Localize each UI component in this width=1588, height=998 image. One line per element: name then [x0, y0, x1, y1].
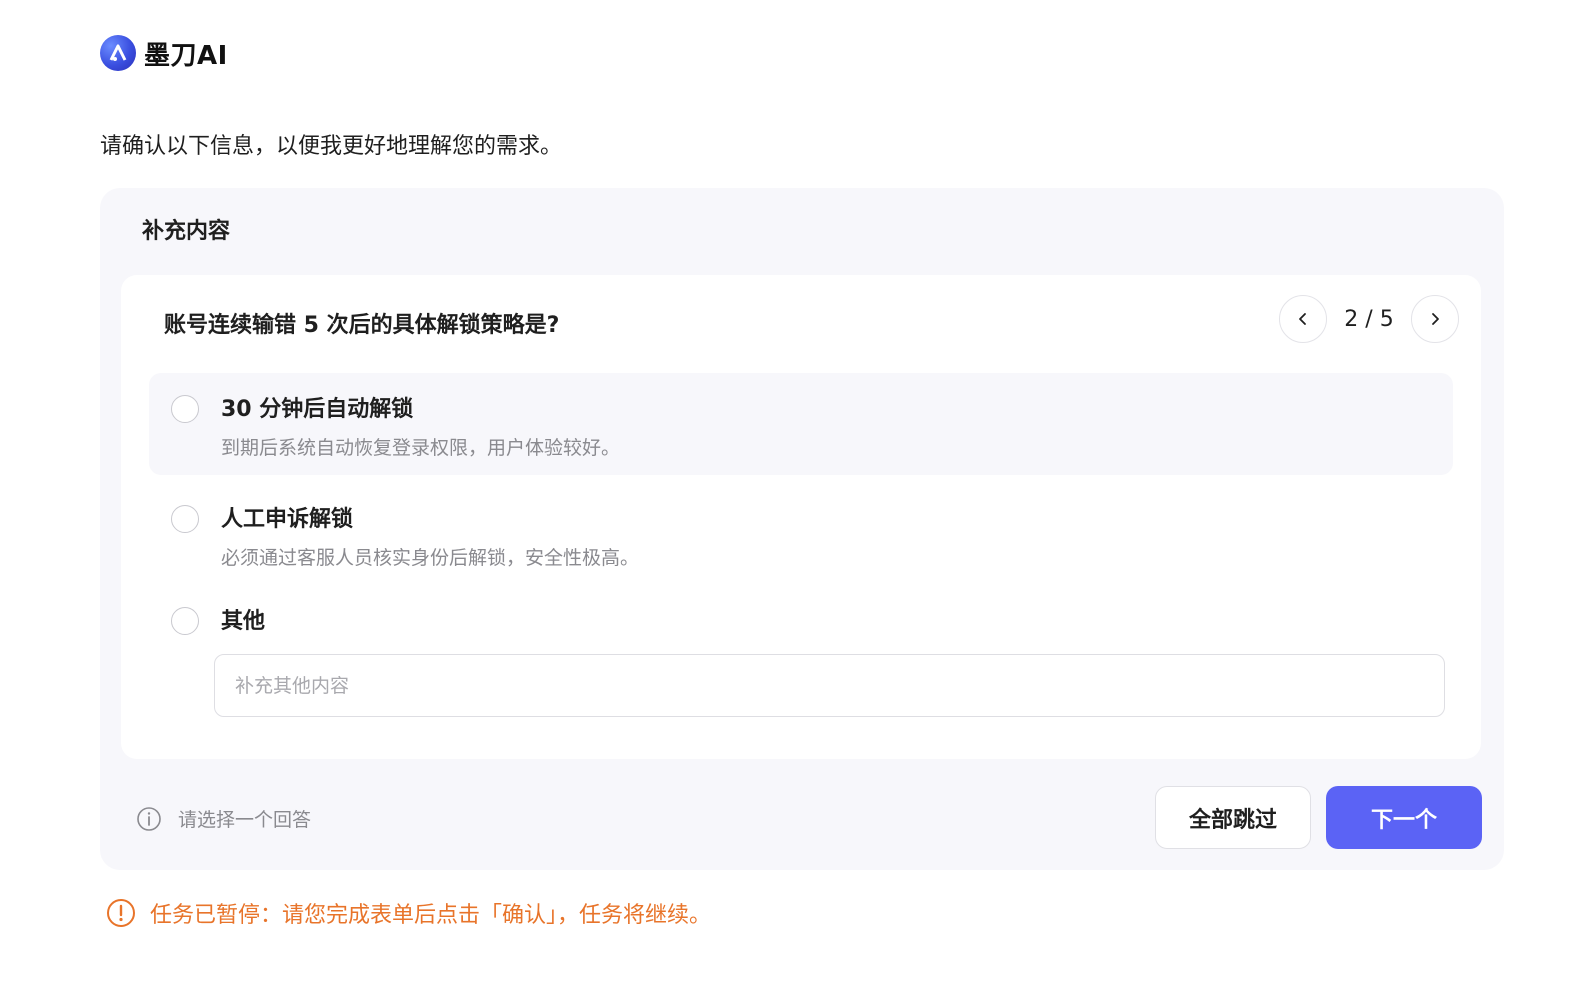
intro-text: 请确认以下信息，以便我更好地理解您的需求。: [100, 134, 563, 159]
option-title: 30 分钟后自动解锁: [221, 397, 414, 422]
panel-title: 补充内容: [142, 219, 231, 244]
option-description: 到期后系统自动恢复登录权限，用户体验较好。: [221, 437, 621, 459]
prev-question-button[interactable]: [1279, 295, 1327, 343]
hint: 请选择一个回答: [136, 805, 311, 832]
skip-all-button[interactable]: 全部跳过: [1155, 786, 1311, 849]
task-paused-notice: 任务已暂停：请您完成表单后点击「确认」，任务将继续。: [106, 897, 711, 929]
other-content-input[interactable]: [214, 654, 1445, 717]
next-question-arrow-button[interactable]: [1411, 295, 1459, 343]
question-card: 账号连续输错 5 次后的具体解锁策略是? 2 / 5 30 分钟后自动解锁 到期…: [121, 275, 1481, 759]
radio-button[interactable]: [171, 505, 199, 533]
option-description: 必须通过客服人员核实身份后解锁，安全性极高。: [221, 547, 640, 569]
option-auto-unlock[interactable]: 30 分钟后自动解锁 到期后系统自动恢复登录权限，用户体验较好。: [149, 373, 1453, 475]
pager-count: 2 / 5: [1344, 306, 1394, 332]
brand-logo-icon: [100, 35, 136, 71]
next-button[interactable]: 下一个: [1326, 786, 1482, 849]
radio-button[interactable]: [171, 607, 199, 635]
info-icon: [137, 806, 161, 831]
notice-text: 任务已暂停：请您完成表单后点击「确认」，任务将继续。: [150, 903, 712, 928]
chevron-left-icon: [1299, 313, 1306, 325]
option-manual-appeal[interactable]: 人工申诉解锁 必须通过客服人员核实身份后解锁，安全性极高。: [149, 487, 1453, 579]
brand-name: 墨刀AI: [144, 40, 228, 71]
question-pager: 2 / 5: [1279, 295, 1459, 343]
option-title: 其他: [221, 609, 266, 634]
warning-icon: [107, 899, 135, 927]
brand: 墨刀AI: [100, 34, 228, 72]
option-title: 人工申诉解锁: [221, 507, 354, 532]
chevron-right-icon: [1432, 313, 1439, 325]
hint-text: 请选择一个回答: [178, 809, 312, 831]
question-title: 账号连续输错 5 次后的具体解锁策略是?: [164, 313, 560, 338]
radio-button[interactable]: [171, 395, 199, 423]
supplement-panel: 补充内容 账号连续输错 5 次后的具体解锁策略是? 2 / 5 30 分钟后自动…: [100, 188, 1504, 870]
option-other[interactable]: 其他: [149, 593, 1453, 639]
